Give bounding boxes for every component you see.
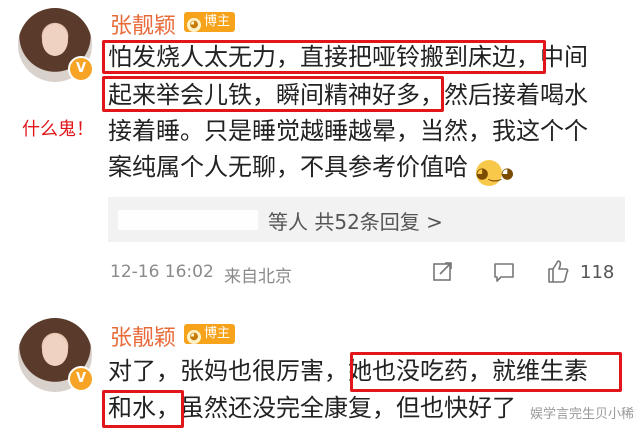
highlight-box	[102, 390, 184, 428]
blurred-usernames	[118, 210, 258, 230]
verified-v-icon: V	[68, 56, 94, 82]
comment-line: 接着睡。只是睡觉越睡越晕，当然，我这个个	[108, 117, 588, 145]
verified-v-icon: V	[68, 366, 94, 392]
blogger-badge: ◕ 博主	[184, 324, 236, 344]
doge-emoji-icon: ◕‿◕	[475, 160, 514, 186]
thumbs-up-icon[interactable]	[546, 258, 570, 284]
dog-badge-icon: ◕	[187, 18, 201, 32]
highlight-box	[102, 40, 546, 74]
comment-icon[interactable]	[492, 260, 516, 284]
reply-summary-bar[interactable]: 等人 共52条回复 >	[108, 197, 625, 242]
share-icon[interactable]	[432, 260, 454, 282]
blogger-badge: ◕ 博主	[184, 12, 236, 32]
username[interactable]: 张靓颖	[110, 320, 176, 352]
watermark: 娱学言完生贝小稀	[530, 407, 635, 422]
like-count: 118	[580, 262, 615, 283]
timestamp: 12-16 16:02	[110, 262, 214, 282]
dog-badge-icon: ◕	[187, 330, 201, 344]
reply-count-link[interactable]: 等人 共52条回复 >	[268, 206, 443, 235]
highlight-box	[350, 352, 622, 392]
highlight-box	[102, 76, 444, 112]
comment-line: 案纯属个人无聊，不具参考价值哈 ◕‿◕	[108, 152, 514, 186]
username[interactable]: 张靓颖	[110, 8, 176, 40]
annotation-text: 什么鬼！	[22, 119, 94, 140]
source-location: 来自北京	[224, 267, 292, 287]
